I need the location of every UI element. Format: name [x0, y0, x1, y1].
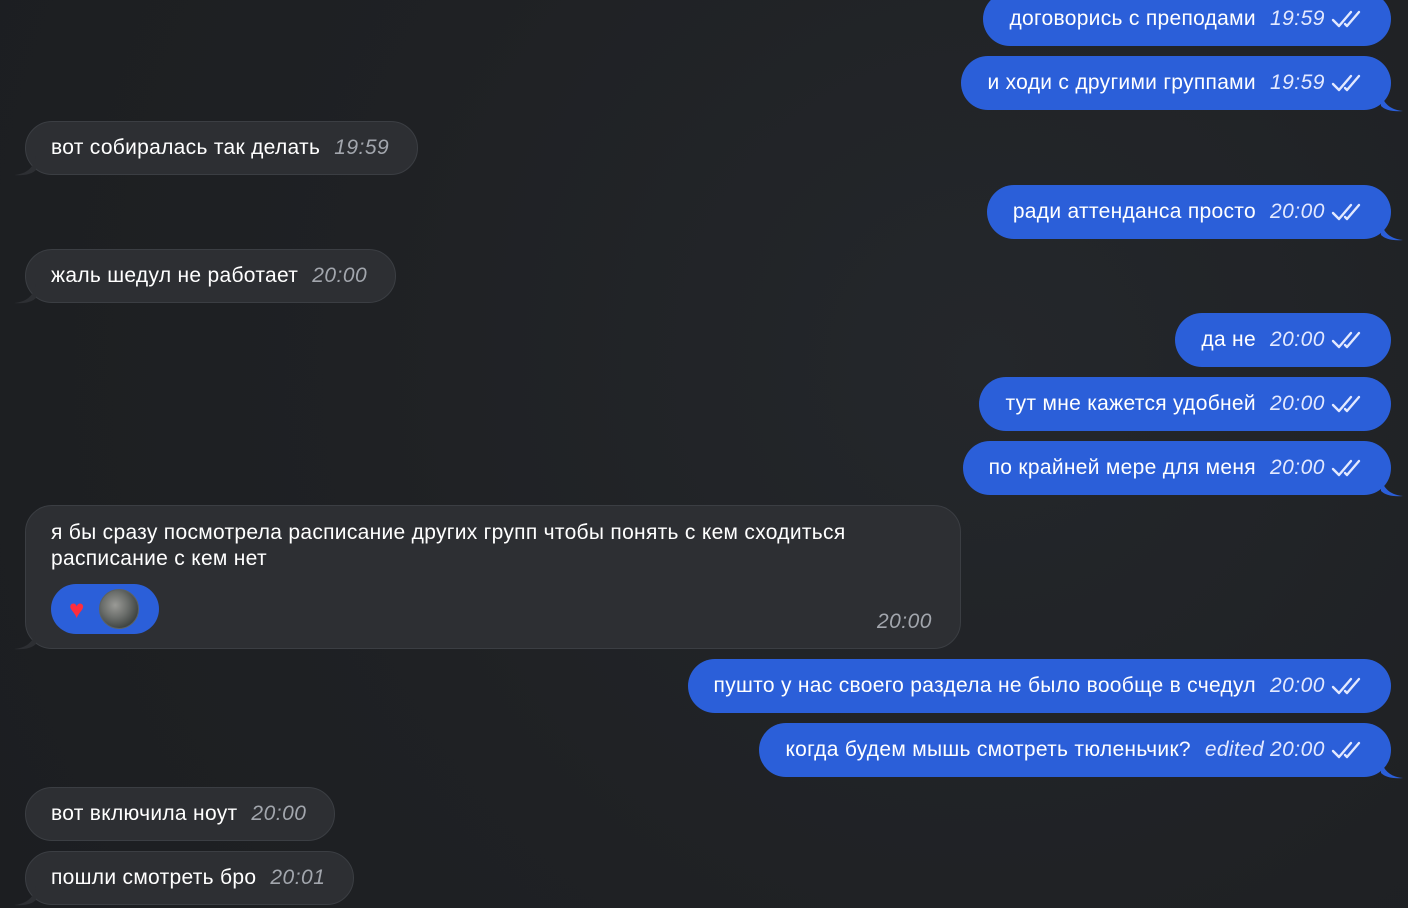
avatar[interactable]: [98, 589, 139, 629]
chat-history: договорись с преподами 19:59 и ходи с др…: [0, 0, 1408, 908]
message-text: когда будем мышь смотреть тюленьчик?: [785, 738, 1191, 761]
bubble-tail: [1381, 221, 1403, 241]
message-time: 20:00: [1269, 328, 1325, 351]
bubble-tail: [1381, 759, 1403, 779]
message-text: тут мне кажется удобней: [1005, 392, 1256, 415]
message-text: жаль шедул не работает: [51, 264, 299, 287]
double-check-icon: [1331, 395, 1361, 413]
message-time: 20:00: [1269, 738, 1325, 761]
message-text: ради аттенданса просто: [1012, 200, 1256, 223]
bubble-tail: [14, 630, 36, 650]
message-text-line: расписание с кем нет: [51, 547, 267, 570]
bubble-tail: [14, 284, 36, 304]
incoming-message[interactable]: пошли смотреть бро 20:01: [14, 851, 355, 906]
bubble-tail: [1381, 92, 1403, 112]
double-check-icon: [1331, 677, 1361, 695]
message-time: 19:59: [1269, 71, 1325, 94]
message-time: 20:00: [1269, 674, 1325, 697]
message-time: 19:59: [334, 136, 390, 159]
incoming-message[interactable]: вот включила ноут 20:00: [25, 787, 336, 841]
outgoing-message[interactable]: тут мне кажется удобней 20:00: [979, 377, 1391, 431]
double-check-icon: [1331, 74, 1361, 92]
bubble-tail: [14, 886, 36, 906]
incoming-message[interactable]: жаль шедул не работает 20:00: [14, 249, 397, 304]
message-text: пушто у нас своего раздела не было вообщ…: [713, 674, 1256, 697]
outgoing-message[interactable]: пушто у нас своего раздела не было вообщ…: [687, 659, 1391, 713]
bubble-tail: [14, 156, 36, 176]
outgoing-message[interactable]: когда будем мышь смотреть тюленьчик? edi…: [759, 723, 1403, 779]
message-time: 19:59: [1269, 7, 1325, 30]
message-text: да не: [1201, 328, 1256, 351]
message-text: по крайней мере для меня: [988, 456, 1256, 479]
message-time: 20:00: [1269, 200, 1325, 223]
message-text: пошли смотреть бро: [51, 866, 257, 889]
message-time: 20:00: [312, 264, 368, 287]
double-check-icon: [1331, 741, 1361, 759]
message-time: 20:00: [251, 802, 307, 825]
double-check-icon: [1331, 10, 1361, 28]
edited-label: edited: [1204, 738, 1264, 761]
message-time: 20:00: [1269, 456, 1325, 479]
outgoing-message[interactable]: и ходи с другими группами 19:59: [961, 56, 1403, 112]
message-time: 20:00: [876, 610, 932, 633]
message-text: и ходи с другими группами: [987, 71, 1256, 94]
message-time: 20:00: [1269, 392, 1325, 415]
message-text: договорись с преподами: [1009, 7, 1256, 30]
message-text: вот включила ноут: [51, 802, 238, 825]
double-check-icon: [1331, 331, 1361, 349]
message-time: 20:01: [270, 866, 326, 889]
heart-reaction-icon: ♥: [69, 594, 85, 624]
outgoing-message[interactable]: договорись с преподами 19:59: [983, 0, 1391, 46]
outgoing-message[interactable]: ради аттенданса просто 20:00: [986, 185, 1403, 241]
message-text-line: я бы сразу посмотрела расписание других …: [51, 521, 846, 544]
incoming-message[interactable]: вот собиралась так делать 19:59: [14, 121, 419, 176]
outgoing-message[interactable]: по крайней мере для меня 20:00: [962, 441, 1403, 497]
double-check-icon: [1331, 459, 1361, 477]
outgoing-message[interactable]: да не 20:00: [1175, 313, 1391, 367]
reaction-pill[interactable]: ♥: [51, 584, 159, 634]
message-text: я бы сразу посмотрела расписание других …: [51, 520, 932, 572]
bubble-tail: [1381, 477, 1403, 497]
double-check-icon: [1331, 203, 1361, 221]
incoming-message[interactable]: я бы сразу посмотрела расписание других …: [14, 505, 961, 650]
message-text: вот собиралась так делать: [51, 136, 321, 159]
